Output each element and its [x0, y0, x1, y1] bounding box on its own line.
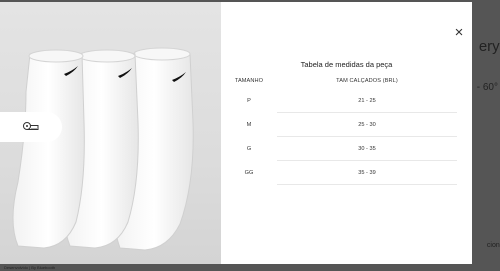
background-button-label: cionar — [486, 242, 500, 249]
close-icon: × — [454, 23, 464, 41]
size-chart-title: Tabela de medidas da peça — [300, 60, 393, 69]
background-footer: Desenvolvido | By Bluebooth — [4, 265, 56, 270]
size-cell: G — [246, 145, 252, 152]
table-row: G 30 - 35 — [221, 136, 457, 161]
size-cell: GG — [244, 169, 254, 176]
shoe-size-cell: 21 - 25 — [277, 89, 457, 113]
size-chart-panel: × Tabela de medidas da peça TAMANHO TAM … — [221, 2, 472, 264]
table-row: GG 35 - 39 — [221, 160, 457, 185]
shoe-size-cell: 30 - 35 — [277, 136, 457, 161]
size-cell: M — [246, 121, 252, 128]
table-header-row: TAMANHO TAM CALÇADOS (BRL) — [221, 73, 457, 89]
table-row: P 21 - 25 — [221, 89, 457, 113]
column-header-shoe-size: TAM CALÇADOS (BRL) — [336, 78, 398, 84]
shoe-size-cell: 35 - 39 — [277, 160, 457, 185]
shoe-size-cell: 25 - 30 — [277, 112, 457, 137]
size-guide-toggle-button[interactable] — [0, 112, 62, 142]
table-row: M 25 - 30 — [221, 112, 457, 137]
column-header-size: TAMANHO — [234, 78, 264, 84]
background-price: - 60° — [476, 82, 498, 93]
size-chart-table: TAMANHO TAM CALÇADOS (BRL) P 21 - 25 M 2… — [221, 73, 457, 185]
size-chart-modal: × Tabela de medidas da peça TAMANHO TAM … — [0, 2, 472, 264]
background-heading: erye — [478, 38, 500, 55]
size-cell: P — [247, 97, 251, 104]
close-button[interactable]: × — [450, 23, 468, 41]
ruler-icon — [23, 122, 39, 130]
product-image — [0, 2, 221, 264]
